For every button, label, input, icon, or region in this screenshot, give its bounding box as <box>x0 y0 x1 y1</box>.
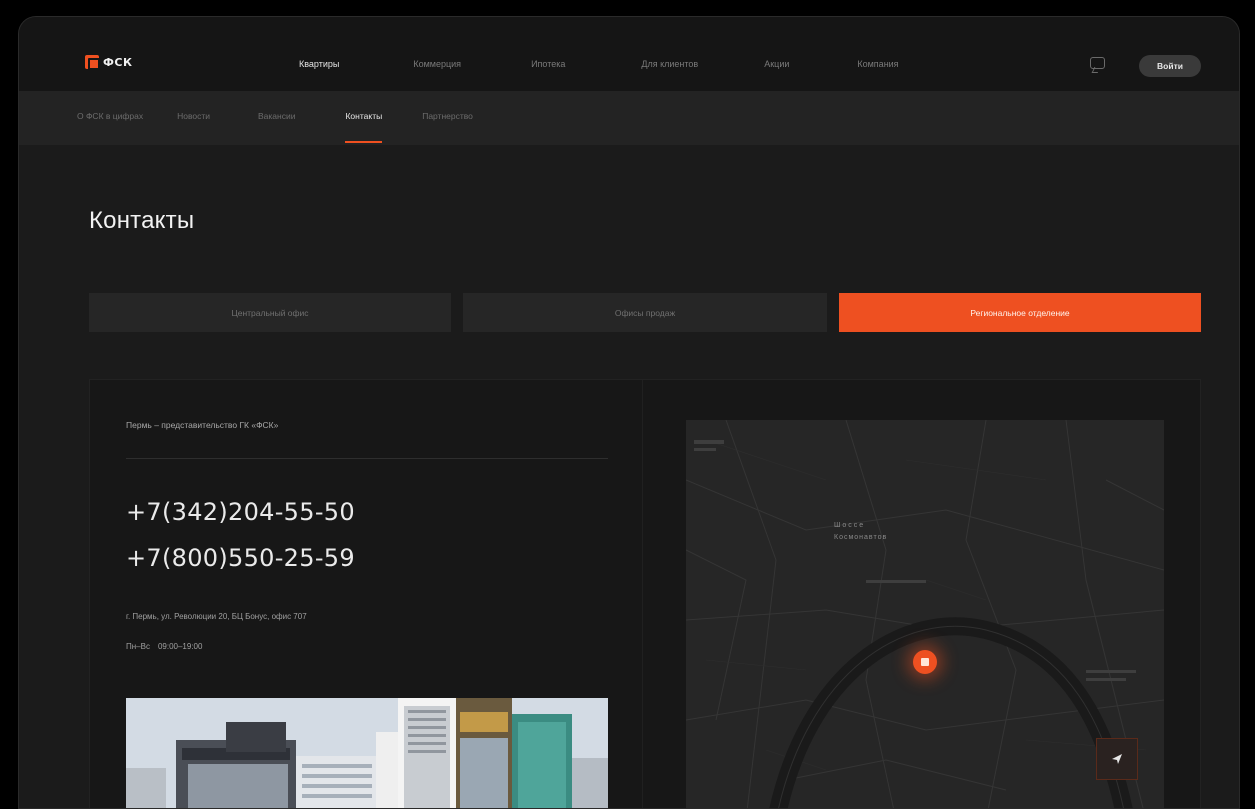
office-card: Пермь – представительство ГК «ФСК» +7(34… <box>89 379 1201 808</box>
sub-header: О ФСК в цифрах Новости Вакансии Контакты… <box>19 91 1239 145</box>
logo[interactable]: ФСК <box>85 55 133 70</box>
subnav-item-about[interactable]: О ФСК в цифрах <box>77 111 143 121</box>
office-hours: Пн–Вс 09:00–19:00 <box>126 642 202 651</box>
tab-sales-offices[interactable]: Офисы продаж <box>463 293 827 332</box>
subnav-item-vacancies[interactable]: Вакансии <box>258 111 295 121</box>
map-location-pin-icon[interactable] <box>913 650 937 674</box>
page-title: Контакты <box>89 207 195 234</box>
office-title: Пермь – представительство ГК «ФСК» <box>126 420 279 430</box>
office-hours-time: 09:00–19:00 <box>157 642 203 651</box>
office-map[interactable]: Шоссе Космонавтов <box>686 420 1164 808</box>
map-label-line1: Шоссе <box>834 522 866 529</box>
divider <box>126 458 608 459</box>
office-building-photo <box>126 698 608 808</box>
logo-icon <box>85 55 100 70</box>
subnav-item-contacts[interactable]: Контакты <box>345 111 382 143</box>
tab-regional-office[interactable]: Региональное отделение <box>839 293 1201 332</box>
office-building-image <box>126 698 608 808</box>
chat-icon[interactable] <box>1090 57 1105 69</box>
nav-item-commercial[interactable]: Коммерция <box>413 59 461 69</box>
top-header: ФСК Квартиры Коммерция Ипотека Для клиен… <box>19 17 1239 91</box>
map-streets <box>686 420 1164 808</box>
nav-item-promotions[interactable]: Акции <box>764 59 789 69</box>
logo-text: ФСК <box>103 55 133 69</box>
navigation-arrow-icon <box>1112 754 1122 764</box>
tab-central-office[interactable]: Центральный офис <box>89 293 451 332</box>
sub-nav: О ФСК в цифрах Новости Вакансии Контакты… <box>77 111 473 143</box>
office-tabs: Центральный офис Офисы продаж Региональн… <box>89 293 1201 332</box>
office-address: г. Пермь, ул. Революции 20, БЦ Бонус, оф… <box>126 612 307 621</box>
phone-number-toll-free[interactable]: +7(800)550-25-59 <box>126 544 355 572</box>
app-window: ФСК Квартиры Коммерция Ипотека Для клиен… <box>18 16 1240 809</box>
nav-item-company[interactable]: Компания <box>857 59 898 69</box>
nav-item-apartments[interactable]: Квартиры <box>299 59 339 69</box>
nav-item-for-clients[interactable]: Для клиентов <box>641 59 698 69</box>
nav-item-mortgage[interactable]: Ипотека <box>531 59 565 69</box>
phone-number-local[interactable]: +7(342)204-55-50 <box>126 498 355 526</box>
card-divider <box>642 380 643 808</box>
subnav-item-news[interactable]: Новости <box>177 111 210 121</box>
subnav-item-partnership[interactable]: Партнерство <box>422 111 473 121</box>
map-label-line2: Космонавтов <box>834 534 888 541</box>
map-navigate-button[interactable] <box>1096 738 1138 780</box>
office-hours-days: Пн–Вс <box>126 642 150 651</box>
main-nav: Квартиры Коммерция Ипотека Для клиентов … <box>299 59 899 69</box>
login-button[interactable]: Войти <box>1139 55 1201 77</box>
